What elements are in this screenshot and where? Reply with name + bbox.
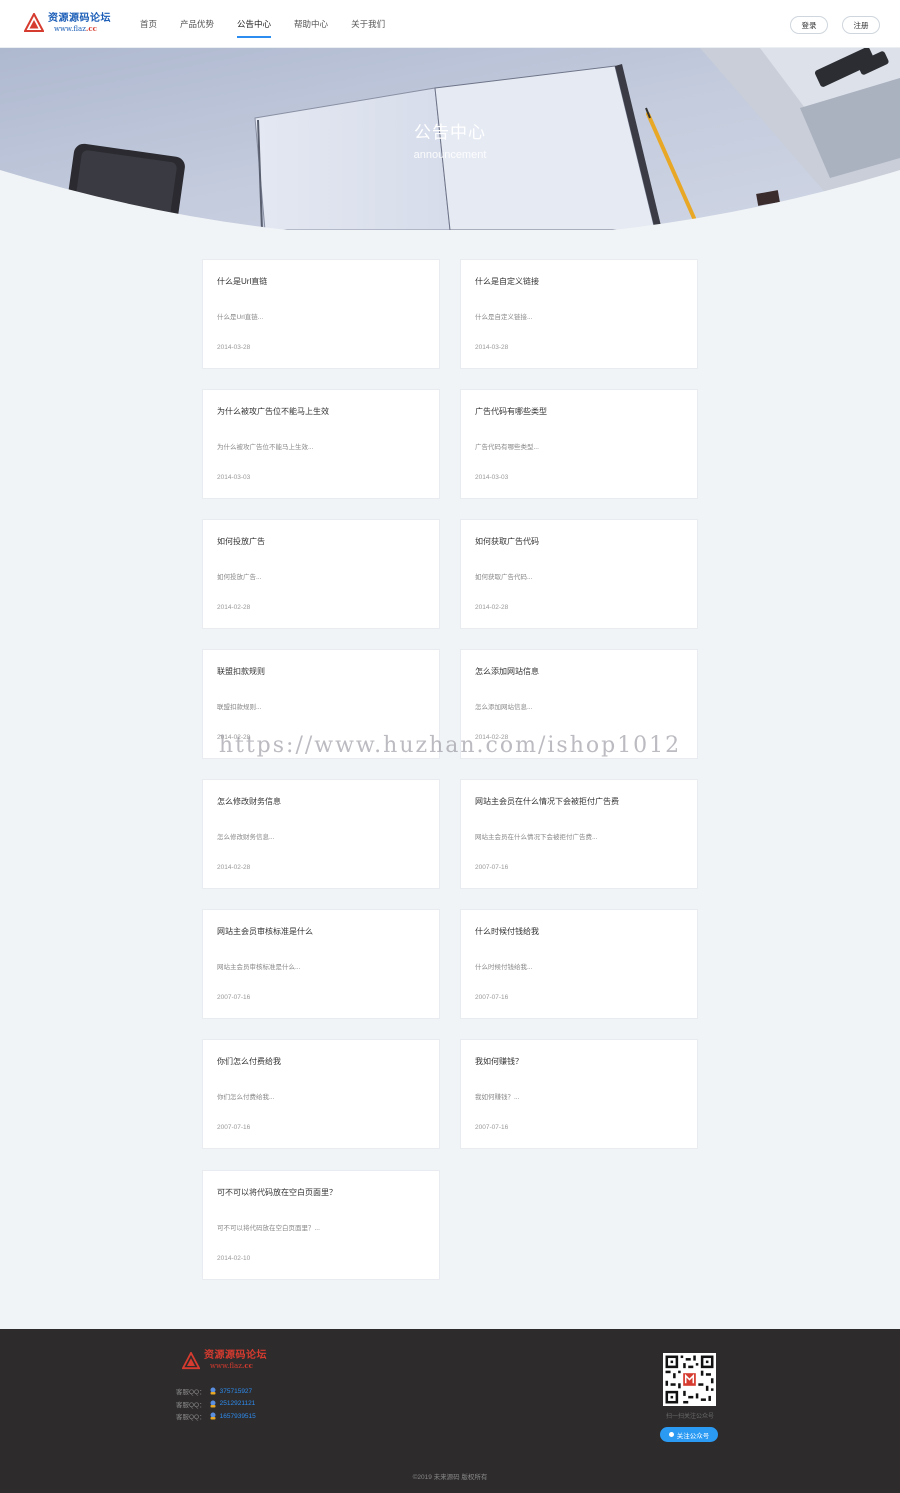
announcement-title[interactable]: 怎么修改财务信息 [217, 796, 281, 807]
announcement-card[interactable]: 网站主会员审核标准是什么 网站主会员审核标准是什么... 2007-07-16 [202, 909, 440, 1019]
page-banner: 公告中心 announcement [0, 48, 900, 230]
announcement-card[interactable]: 我如何赚钱？ 我如何赚钱？... 2007-07-16 [460, 1039, 698, 1149]
logo-name: 资源源码论坛 [48, 12, 111, 24]
announcement-date: 2014-02-28 [217, 604, 251, 611]
announcement-date: 2007-07-16 [217, 994, 251, 1001]
announcement-title[interactable]: 联盟扣款规则 [217, 666, 265, 677]
announcement-summary: 联盟扣款规则... [217, 704, 262, 711]
announcement-card[interactable]: 如何投放广告 如何投放广告... 2014-02-28 [202, 519, 440, 629]
nav-help-center[interactable]: 帮助中心 [294, 0, 328, 48]
announcement-card[interactable]: 什么是Url直链 什么是Url直链... 2014-03-28 [202, 259, 440, 369]
nav-product-advantages[interactable]: 产品优势 [180, 0, 214, 48]
announcement-title[interactable]: 网站主会员审核标准是什么 [217, 926, 313, 937]
announcement-card[interactable]: 网站主会员在什么情况下会被拒付广告费 网站主会员在什么情况下会被拒付广告费...… [460, 779, 698, 889]
announcement-summary: 广告代码有哪些类型... [475, 444, 539, 451]
announcement-card[interactable]: 广告代码有哪些类型 广告代码有哪些类型... 2014-03-03 [460, 389, 698, 499]
qq-contact[interactable]: 客服QQ： 1657939515 [176, 1410, 256, 1423]
page-footer: 资源源码论坛 www.flaz.cc 客服QQ： 375715927 客服QQ：… [0, 1329, 900, 1493]
banner-subtitle: announcement [413, 149, 487, 161]
announcement-title[interactable]: 如何获取广告代码 [475, 536, 539, 547]
top-header: 资源源码论坛 www.flaz.cc 首页 产品优势 公告中心 帮助中心 关于我… [0, 0, 900, 48]
qq-icon [210, 1400, 216, 1408]
announcement-date: 2014-02-10 [217, 1255, 251, 1262]
login-button[interactable]: 登录 [790, 16, 828, 34]
qq-number[interactable]: 375715927 [220, 1388, 253, 1395]
announcement-title[interactable]: 什么是自定义链接 [475, 276, 539, 287]
announcement-summary: 为什么被攻广告位不能马上生效... [217, 444, 314, 451]
announcement-summary: 如何投放广告... [217, 574, 262, 581]
announcement-card[interactable]: 可不可以将代码放在空白页面里？ 可不可以将代码放在空白页面里？... 2014-… [202, 1170, 440, 1280]
qq-number[interactable]: 2512921121 [220, 1400, 256, 1407]
announcement-date: 2007-07-16 [475, 1124, 509, 1131]
footer-logo-url: www.flaz.cc [210, 1361, 253, 1370]
logo-icon [182, 1351, 200, 1369]
announcement-summary: 什么是自定义链接... [475, 314, 533, 321]
announcement-summary: 如何获取广告代码... [475, 574, 533, 581]
announcement-date: 2014-02-28 [217, 864, 251, 871]
qq-icon [210, 1387, 216, 1395]
announcement-title[interactable]: 我如何赚钱？ [475, 1056, 523, 1067]
announcement-date: 2014-03-28 [217, 344, 251, 351]
main-nav: 首页 产品优势 公告中心 帮助中心 关于我们 [140, 0, 408, 48]
nav-home[interactable]: 首页 [140, 0, 157, 48]
wechat-icon [668, 1432, 674, 1437]
nav-announcements[interactable]: 公告中心 [237, 0, 272, 48]
announcement-date: 2014-03-03 [217, 474, 251, 481]
announcement-summary: 网站主会员审核标准是什么... [217, 964, 301, 971]
qq-label: 客服QQ： [176, 1401, 206, 1409]
announcement-summary: 什么是Url直链... [217, 314, 264, 321]
qq-contact[interactable]: 客服QQ： 2512921121 [176, 1398, 256, 1411]
announcement-title[interactable]: 为什么被攻广告位不能马上生效 [217, 406, 329, 417]
follow-account-button[interactable]: 关注公众号 [660, 1427, 718, 1442]
qq-number[interactable]: 1657939515 [220, 1413, 256, 1420]
announcement-summary: 你们怎么付费给我... [217, 1094, 275, 1101]
announcement-summary: 我如何赚钱？... [475, 1094, 520, 1101]
announcement-title[interactable]: 可不可以将代码放在空白页面里？ [217, 1187, 337, 1198]
announcement-date: 2007-07-16 [475, 994, 509, 1001]
announcement-card[interactable]: 为什么被攻广告位不能马上生效 为什么被攻广告位不能马上生效... 2014-03… [202, 389, 440, 499]
announcement-summary: 网站主会员在什么情况下会被拒付广告费... [475, 834, 598, 841]
announcement-card[interactable]: 你们怎么付费给我 你们怎么付费给我... 2007-07-16 [202, 1039, 440, 1149]
announcement-date: 2014-03-03 [475, 474, 509, 481]
qq-label: 客服QQ： [176, 1389, 206, 1397]
qq-label: 客服QQ： [176, 1414, 206, 1422]
site-logo[interactable]: 资源源码论坛 www.flaz.cc [24, 13, 111, 33]
footer-logo[interactable]: 资源源码论坛 www.flaz.cc [182, 1351, 267, 1370]
announcement-date: 2007-07-16 [217, 1124, 251, 1131]
logo-url: www.flaz.cc [54, 23, 97, 33]
announcement-card[interactable]: 什么时候付钱给我 什么时候付钱给我... 2007-07-16 [460, 909, 698, 1019]
announcement-date: 2014-03-28 [475, 344, 509, 351]
announcement-title[interactable]: 怎么添加网站信息 [475, 666, 539, 677]
announcement-title[interactable]: 什么是Url直链 [217, 276, 267, 287]
announcement-date: 2007-07-16 [475, 864, 509, 871]
announcement-title[interactable]: 什么时候付钱给我 [475, 926, 539, 937]
qr-code-icon [663, 1353, 716, 1406]
announcement-summary: 什么时候付钱给我... [475, 964, 533, 971]
nav-about-us[interactable]: 关于我们 [351, 0, 385, 48]
announcement-title[interactable]: 如何投放广告 [217, 536, 265, 547]
announcement-card[interactable]: 怎么修改财务信息 怎么修改财务信息... 2014-02-28 [202, 779, 440, 889]
announcement-card[interactable]: 如何获取广告代码 如何获取广告代码... 2014-02-28 [460, 519, 698, 629]
announcement-title[interactable]: 网站主会员在什么情况下会被拒付广告费 [475, 796, 619, 807]
qr-caption: 扫一扫关注公众号 [665, 1414, 714, 1420]
footer-logo-name: 资源源码论坛 [204, 1350, 267, 1361]
qq-icon [210, 1412, 216, 1420]
follow-label: 关注公众号 [676, 1432, 710, 1440]
qq-contact[interactable]: 客服QQ： 375715927 [176, 1385, 256, 1398]
announcement-title[interactable]: 你们怎么付费给我 [217, 1056, 281, 1067]
copyright-text: ©2019 未来源码 版权所有 [412, 1474, 488, 1481]
announcement-title[interactable]: 广告代码有哪些类型 [475, 406, 547, 417]
announcement-summary: 怎么修改财务信息... [217, 834, 275, 841]
announcement-date: 2014-02-28 [475, 604, 509, 611]
banner-title: 公告中心 [414, 123, 486, 142]
register-button[interactable]: 注册 [842, 16, 880, 34]
announcement-summary: 可不可以将代码放在空白页面里？... [217, 1225, 320, 1232]
announcement-card[interactable]: 什么是自定义链接 什么是自定义链接... 2014-03-28 [460, 259, 698, 369]
watermark-text: https://www.huzhan.com/ishop1012 [218, 733, 682, 758]
announcement-summary: 怎么添加网站信息... [475, 704, 533, 711]
logo-icon [24, 13, 44, 32]
qq-contact-list: 客服QQ： 375715927 客服QQ： 2512921121 客服QQ： 1… [176, 1385, 256, 1423]
